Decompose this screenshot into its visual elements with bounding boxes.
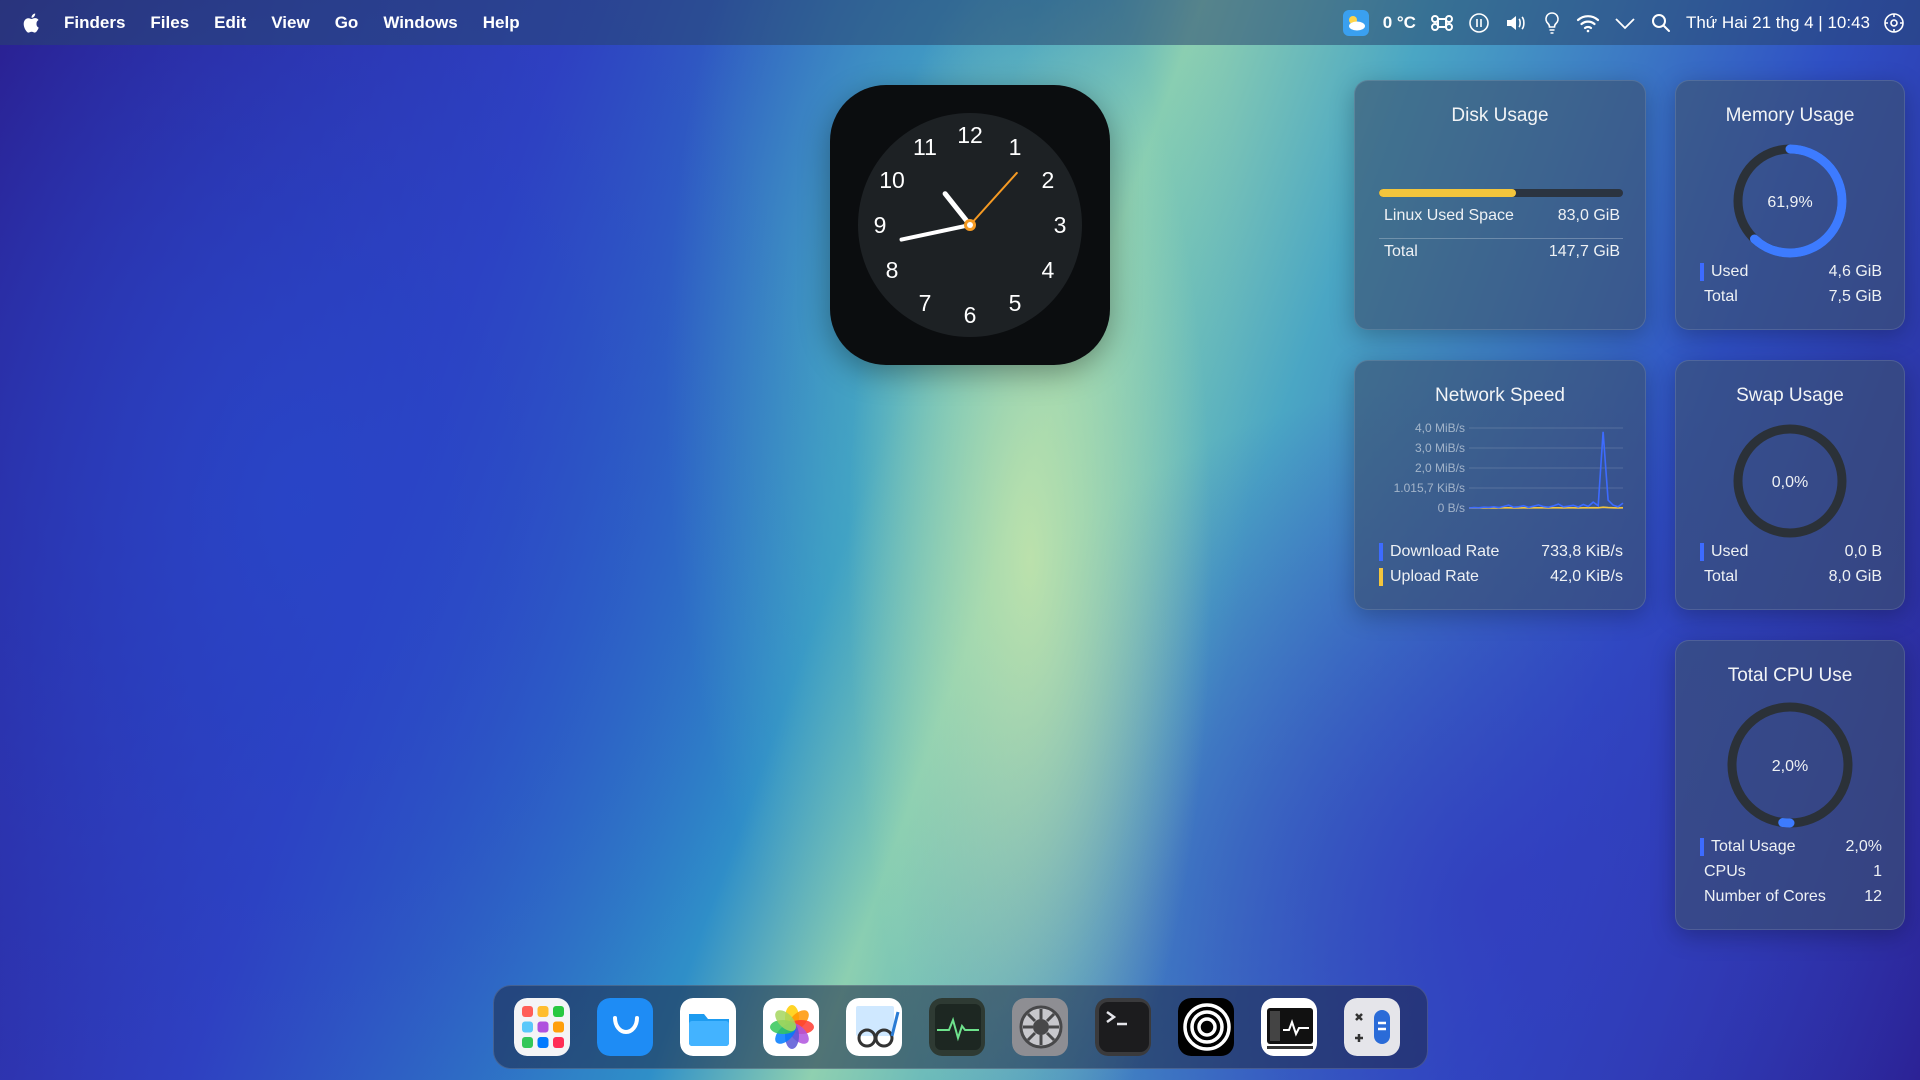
- menu-edit[interactable]: Edit: [214, 13, 246, 33]
- disk-usage-title: Disk Usage: [1451, 105, 1549, 126]
- swap-total-label: Total: [1704, 568, 1738, 585]
- download-legend-swatch: [1379, 543, 1383, 561]
- memory-usage-widget[interactable]: Memory Usage 61,9% Used 4,6 GiB Total 7,…: [1675, 80, 1905, 330]
- clock-number-9: 9: [874, 212, 887, 238]
- cpu-total-usage-value: 2,0%: [1845, 838, 1882, 855]
- chevron-down-icon[interactable]: [1614, 15, 1636, 31]
- network-speed-title: Network Speed: [1435, 385, 1565, 406]
- launchpad-icon[interactable]: [514, 998, 570, 1056]
- clock-number-3: 3: [1054, 212, 1067, 238]
- cpu-cores-value: 12: [1864, 888, 1882, 905]
- system-monitor-icon[interactable]: [1261, 998, 1317, 1056]
- disk-usage-widget[interactable]: Disk Usage Linux Used Space 83,0 GiB Tot…: [1354, 80, 1646, 330]
- clock-number-2: 2: [1042, 167, 1055, 193]
- swap-usage-title: Swap Usage: [1736, 385, 1844, 406]
- cpu-cores-label: Number of Cores: [1704, 888, 1826, 905]
- disk-used-value: 83,0 GiB: [1557, 207, 1620, 224]
- preview-icon[interactable]: [846, 998, 902, 1056]
- command-icon[interactable]: [1430, 11, 1454, 35]
- wifi-icon[interactable]: [1576, 13, 1600, 33]
- volume-icon[interactable]: [1504, 12, 1528, 34]
- cpu-count-label: CPUs: [1704, 863, 1746, 880]
- chart-series-download-rate: [1468, 431, 1624, 509]
- analog-clock-widget[interactable]: 12 1 2 3 4 5 6 7 8 9 10 11: [830, 85, 1110, 365]
- lightbulb-icon[interactable]: [1542, 11, 1562, 35]
- swap-used-label: Used: [1711, 543, 1749, 560]
- memory-gauge: 61,9%: [1733, 144, 1847, 258]
- chart-y-tick-label: 1.015,7 KiB/s: [1394, 481, 1465, 495]
- menu-help[interactable]: Help: [483, 13, 520, 33]
- network-speed-chart: 4,0 MiB/s 3,0 MiB/s 2,0 MiB/s 1.015,7 KiB/s…: [1394, 421, 1624, 515]
- activity-monitor-icon[interactable]: [929, 998, 985, 1056]
- download-rate-value: 733,8 KiB/s: [1541, 543, 1623, 560]
- swap-total-value: 8,0 GiB: [1828, 568, 1882, 585]
- memory-usage-title: Memory Usage: [1725, 105, 1855, 126]
- disk-used-row: Linux Used Space 83,0 GiB: [1384, 207, 1620, 225]
- terminal-icon[interactable]: [1095, 998, 1151, 1056]
- chart-y-tick-label: 2,0 MiB/s: [1415, 461, 1465, 475]
- upload-rate-label: Upload Rate: [1390, 568, 1479, 585]
- clock-face: 12 12 3 45 6 78 9 10 11: [858, 113, 1082, 337]
- memory-total-value: 7,5 GiB: [1828, 288, 1882, 305]
- disk-total-label: Total: [1384, 243, 1418, 260]
- swap-percent: 0,0%: [1772, 474, 1808, 491]
- cpu-usage-title: Total CPU Use: [1727, 665, 1853, 686]
- cpu-count-value: 1: [1873, 863, 1882, 880]
- menu-view[interactable]: View: [271, 13, 309, 33]
- menubar-datetime[interactable]: Thứ Hai 21 thg 4 | 10:43: [1686, 13, 1870, 33]
- cpu-total-usage-label: Total Usage: [1711, 838, 1796, 855]
- system-settings-icon[interactable]: [1012, 998, 1068, 1056]
- disk-total-value: 147,7 GiB: [1548, 243, 1620, 260]
- temperature[interactable]: 0 °C: [1383, 13, 1416, 33]
- menu-finders[interactable]: Finders: [64, 13, 125, 33]
- swap-gauge: 0,0%: [1733, 424, 1847, 538]
- apple-icon[interactable]: [22, 12, 42, 34]
- cpu-usage-widget[interactable]: Total CPU Use 2,0% Total Usage 2,0% CPUs…: [1675, 640, 1905, 930]
- cpu-percent: 2,0%: [1772, 758, 1808, 775]
- spiral-app-icon[interactable]: [1178, 998, 1234, 1056]
- memory-percent: 61,9%: [1767, 194, 1812, 211]
- disk-total-row: Total 147,7 GiB: [1384, 243, 1620, 261]
- memory-used-value: 4,6 GiB: [1828, 263, 1882, 280]
- pause-icon[interactable]: [1468, 12, 1490, 34]
- clock-number-11: 11: [913, 134, 937, 160]
- upload-legend-swatch: [1379, 568, 1383, 586]
- menu-go[interactable]: Go: [335, 13, 359, 33]
- disk-usage-bar-fill: [1379, 189, 1517, 197]
- chart-y-tick-label: 4,0 MiB/s: [1415, 421, 1465, 435]
- clock-number-5: 5: [1009, 290, 1022, 316]
- calculator-icon[interactable]: [1344, 998, 1400, 1056]
- clock-number-7: 7: [919, 290, 932, 316]
- clock-number-10: 10: [879, 167, 905, 193]
- swap-usage-widget[interactable]: Swap Usage 0,0% Used 0,0 B Total 8,0 GiB: [1675, 360, 1905, 610]
- upload-rate-value: 42,0 KiB/s: [1550, 568, 1623, 585]
- files-icon[interactable]: [680, 998, 736, 1056]
- menu-files[interactable]: Files: [150, 13, 189, 33]
- memory-total-label: Total: [1704, 288, 1738, 305]
- clock-number-8: 8: [886, 257, 899, 283]
- app-store-icon[interactable]: [597, 998, 653, 1056]
- memory-used-label: Used: [1711, 263, 1749, 280]
- network-speed-widget[interactable]: Network Speed 4,0 MiB/s 3,0 MiB/s 2,0 MiB/…: [1354, 360, 1646, 610]
- menu-windows[interactable]: Windows: [383, 13, 457, 33]
- photos-icon[interactable]: [763, 998, 819, 1056]
- disk-usage-bar: [1379, 189, 1623, 197]
- chart-y-tick-label: 0 B/s: [1438, 501, 1465, 515]
- weather-icon[interactable]: [1342, 9, 1369, 36]
- chart-y-tick-label: 3,0 MiB/s: [1415, 441, 1465, 455]
- swap-used-value: 0,0 B: [1844, 543, 1882, 560]
- menu-bar: Finders Files Edit View Go Windows Help …: [0, 0, 1920, 45]
- clock-number-1: 1: [1009, 134, 1022, 160]
- download-rate-label: Download Rate: [1390, 543, 1500, 560]
- cpu-gauge: 2,0%: [1727, 702, 1853, 828]
- disk-used-label: Linux Used Space: [1384, 207, 1514, 224]
- clock-number-12: 12: [957, 122, 983, 148]
- dock: [493, 985, 1428, 1069]
- clock-number-6: 6: [964, 302, 977, 328]
- control-center-icon[interactable]: [1882, 11, 1906, 35]
- search-icon[interactable]: [1650, 12, 1672, 34]
- clock-number-4: 4: [1042, 257, 1055, 283]
